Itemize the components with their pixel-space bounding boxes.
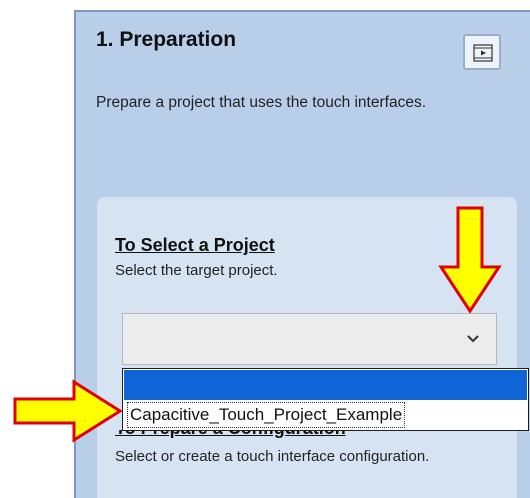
dropdown-list: Capacitive_Touch_Project_Example bbox=[122, 368, 529, 431]
project-dropdown[interactable] bbox=[122, 313, 497, 365]
down-arrow-annotation bbox=[438, 206, 502, 314]
list-item-empty[interactable] bbox=[124, 370, 527, 400]
section-description: Prepare a project that uses the touch in… bbox=[96, 94, 426, 111]
video-play-icon bbox=[473, 44, 493, 62]
right-arrow-annotation bbox=[13, 379, 123, 443]
select-project-text: Select the target project. bbox=[115, 262, 278, 279]
video-button[interactable] bbox=[463, 34, 501, 70]
configuration-text: Select or create a touch interface confi… bbox=[115, 448, 430, 465]
select-project-heading: To Select a Project bbox=[115, 235, 275, 255]
list-item-project[interactable]: Capacitive_Touch_Project_Example bbox=[127, 402, 406, 428]
dropdown-toggle[interactable] bbox=[452, 314, 496, 364]
section-title: 1. Preparation bbox=[96, 28, 237, 51]
chevron-down-icon bbox=[467, 335, 479, 343]
